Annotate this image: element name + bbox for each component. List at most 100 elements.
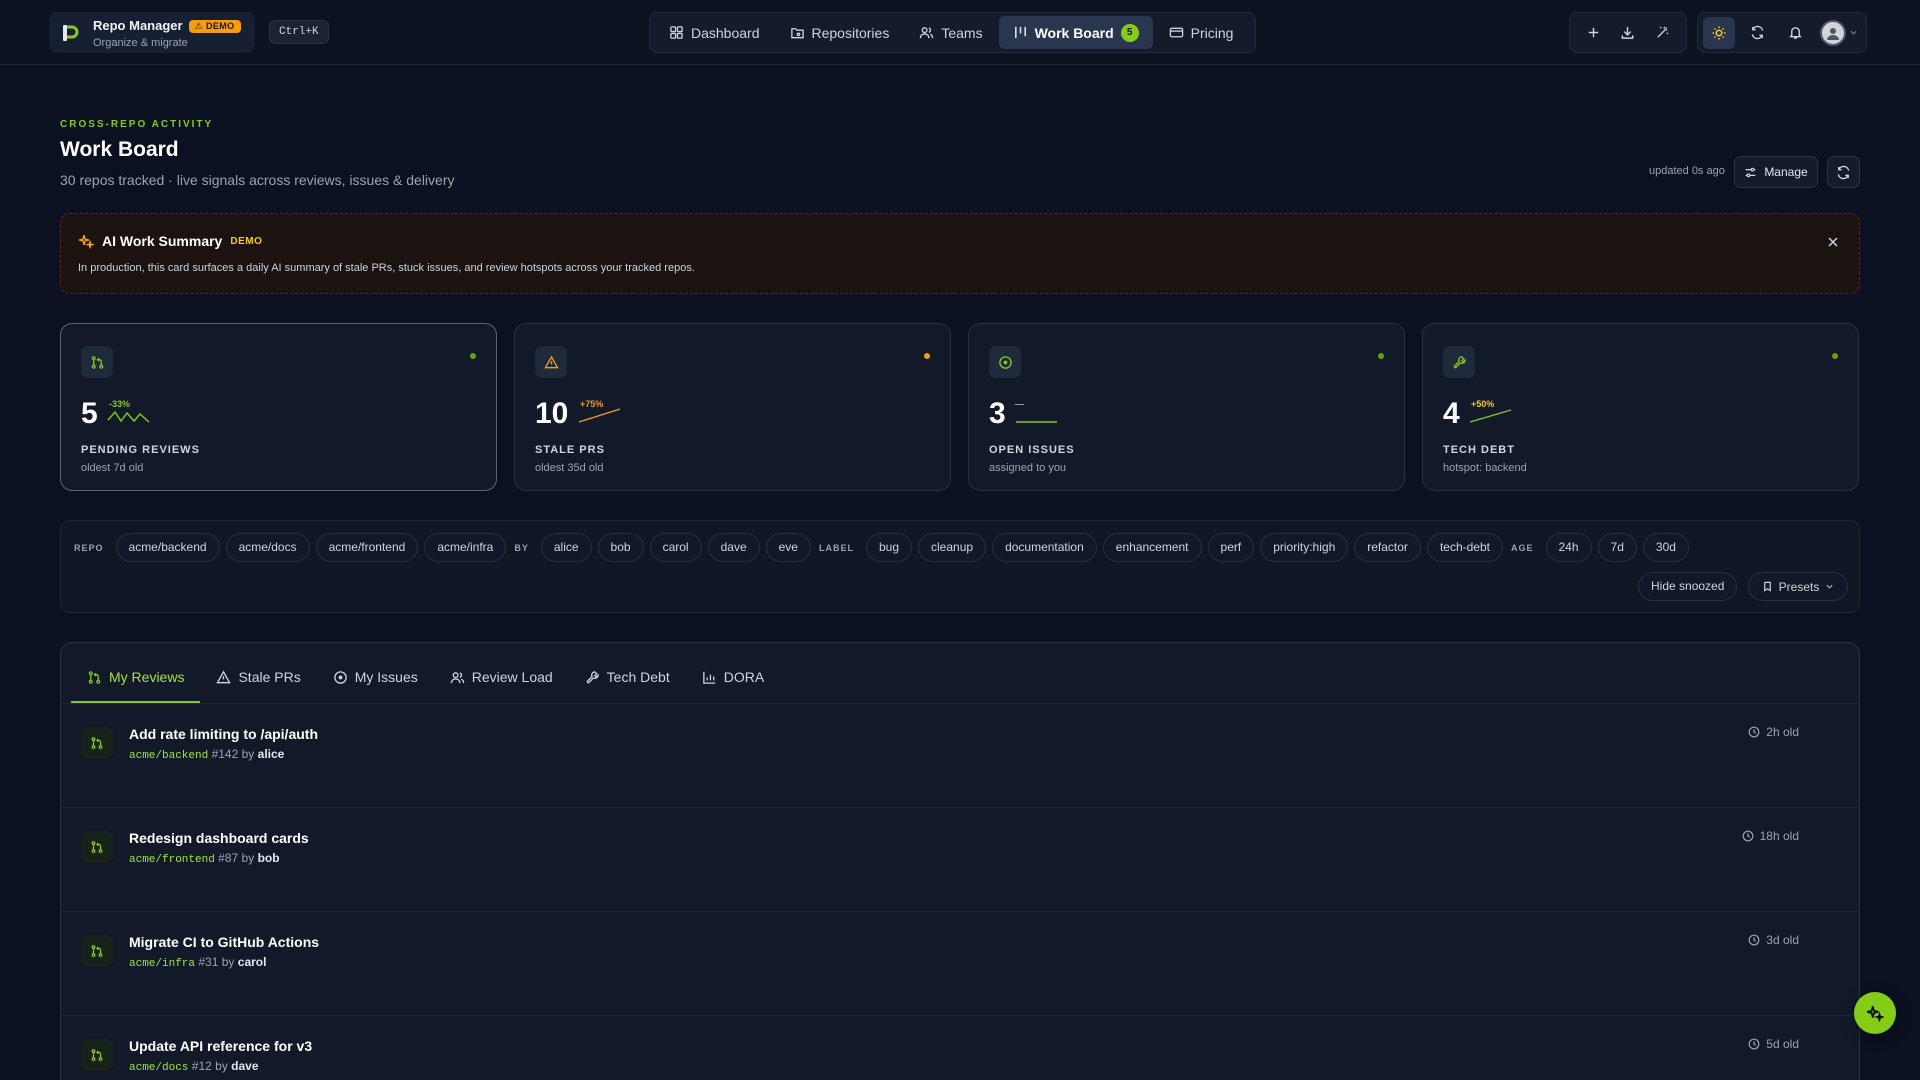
stat-label: STALE PRS <box>535 444 605 456</box>
filter-chip-label[interactable]: bug <box>865 533 913 562</box>
filter-chip-age[interactable]: 24h <box>1545 533 1592 562</box>
pr-meta: acme/frontend #87 by bob <box>129 851 280 866</box>
filter-chip-author[interactable]: bob <box>597 533 644 562</box>
stat-icon-box <box>989 346 1021 378</box>
user-avatar-icon <box>1827 27 1839 40</box>
nav-work-board[interactable]: Work Board 5 <box>998 16 1153 49</box>
filter-chip-label[interactable]: cleanup <box>918 533 987 562</box>
filter-chip-repo[interactable]: acme/infra <box>424 533 507 562</box>
filter-chip-label[interactable]: refactor <box>1354 533 1421 562</box>
tab-my-reviews[interactable]: My Reviews <box>71 653 201 703</box>
list-item[interactable]: Update API reference for v3 acme/docs #1… <box>61 1016 1859 1080</box>
nav-teams[interactable]: Teams <box>905 16 996 49</box>
filter-chip-author[interactable]: dave <box>707 533 760 562</box>
manage-button[interactable]: Manage <box>1734 156 1818 188</box>
download-icon <box>1622 26 1634 39</box>
pr-title[interactable]: Redesign dashboard cards <box>129 830 309 846</box>
download-button[interactable] <box>1612 17 1644 49</box>
pr-repo[interactable]: acme/backend <box>129 750 208 762</box>
magic-wand-button[interactable] <box>1647 17 1679 49</box>
pr-title[interactable]: Add rate limiting to /api/auth <box>129 726 318 742</box>
pr-by: by <box>221 955 235 969</box>
pr-by: by <box>215 1059 228 1073</box>
notifications-button[interactable] <box>1779 17 1811 49</box>
tab-my-issues[interactable]: My Issues <box>317 653 434 703</box>
pr-number: #12 <box>191 1059 212 1073</box>
nav-pricing[interactable]: Pricing <box>1155 16 1248 49</box>
filter-chip-row: REPO acme/backend acme/docs acme/fronten… <box>74 533 1689 562</box>
user-menu-button[interactable] <box>1817 17 1861 49</box>
tab-dora[interactable]: DORA <box>686 653 780 703</box>
ai-assistant-button[interactable] <box>1854 992 1896 1034</box>
filter-chip-label[interactable]: perf <box>1207 533 1255 562</box>
filter-chip-repo[interactable]: acme/frontend <box>315 533 419 562</box>
stat-card-pending-reviews[interactable]: 5 -33% PENDING REVIEWS oldest 7d old <box>60 323 497 491</box>
refresh-button[interactable] <box>1827 156 1860 188</box>
presets-dropdown[interactable]: Presets <box>1748 572 1848 601</box>
pr-title[interactable]: Update API reference for v3 <box>129 1038 312 1054</box>
filter-bar: REPO acme/backend acme/docs acme/fronten… <box>60 520 1860 613</box>
close-ai-summary-button[interactable] <box>1827 236 1839 248</box>
filter-label-by: BY <box>514 542 529 553</box>
list-item[interactable]: Add rate limiting to /api/auth acme/back… <box>61 704 1859 808</box>
sun-icon <box>1712 26 1726 39</box>
nav-work-board-label: Work Board <box>1034 24 1114 41</box>
stat-label: OPEN ISSUES <box>989 444 1075 456</box>
tab-label: My Issues <box>354 669 418 685</box>
filter-chip-label[interactable]: priority:high <box>1260 533 1349 562</box>
pr-author: dave <box>231 1059 259 1073</box>
presets-label: Presets <box>1778 579 1820 594</box>
filter-chip-age[interactable]: 30d <box>1642 533 1689 562</box>
theme-toggle-button[interactable] <box>1703 16 1735 49</box>
add-button[interactable] <box>1577 17 1609 49</box>
filter-chip-label[interactable]: tech-debt <box>1426 533 1503 562</box>
filter-label-repo: REPO <box>74 542 104 553</box>
filter-chip-repo[interactable]: acme/docs <box>225 533 310 562</box>
refresh-icon <box>1751 25 1763 40</box>
tab-tech-debt[interactable]: Tech Debt <box>569 653 686 703</box>
hide-snoozed-toggle[interactable]: Hide snoozed <box>1638 572 1738 601</box>
stat-card-tech-debt[interactable]: 4 +50% TECH DEBT hotspot: backend <box>1422 323 1859 491</box>
pr-age: 2h old <box>1639 725 1799 739</box>
pr-repo[interactable]: acme/infra <box>129 958 195 970</box>
tab-review-load[interactable]: Review Load <box>434 653 569 703</box>
nav-repositories[interactable]: Repositories <box>776 16 904 49</box>
clock-icon <box>1748 726 1760 738</box>
stat-value: 3 <box>989 397 1006 430</box>
pr-title[interactable]: Migrate CI to GitHub Actions <box>129 934 319 950</box>
list-item[interactable]: Migrate CI to GitHub Actions acme/infra … <box>61 912 1859 1016</box>
sync-button[interactable] <box>1741 17 1773 49</box>
git-pull-request-icon <box>91 945 103 957</box>
filter-chip-author[interactable]: eve <box>765 533 811 562</box>
stat-label: TECH DEBT <box>1443 444 1515 456</box>
filter-chip-label[interactable]: enhancement <box>1102 533 1202 562</box>
bookmark-icon <box>1763 581 1771 592</box>
filter-chip-author[interactable]: alice <box>540 533 592 562</box>
stat-card-stale-prs[interactable]: 10 +75% STALE PRS oldest 35d old <box>514 323 951 491</box>
pr-repo[interactable]: acme/frontend <box>129 854 215 866</box>
command-palette-shortcut[interactable]: Ctrl+K <box>269 20 329 44</box>
page-eyebrow: CROSS-REPO ACTIVITY <box>60 119 214 130</box>
stat-icon-box <box>81 346 113 378</box>
filter-chip-author[interactable]: carol <box>649 533 702 562</box>
filter-chip-label[interactable]: documentation <box>992 533 1097 562</box>
filter-chip-age[interactable]: 7d <box>1597 533 1637 562</box>
pr-author: bob <box>257 851 280 865</box>
filter-chip-repo[interactable]: acme/backend <box>115 533 220 562</box>
pr-repo[interactable]: acme/docs <box>129 1062 188 1074</box>
app-name: Repo Manager <box>93 17 183 33</box>
kanban-icon <box>1014 26 1026 39</box>
list-item[interactable]: Redesign dashboard cards acme/frontend #… <box>61 808 1859 912</box>
tab-label: My Reviews <box>109 669 185 685</box>
work-list-panel: My Reviews Stale PRs My Issues Review Lo… <box>60 642 1860 1080</box>
user-toolbar <box>1697 12 1867 53</box>
tab-stale-prs[interactable]: Stale PRs <box>200 653 316 703</box>
ai-summary-demo-badge: DEMO <box>230 235 263 247</box>
brand-home-link[interactable]: Repo Manager ⚠ DEMO Organize & migrate <box>49 12 255 53</box>
pr-number: #87 <box>218 851 239 865</box>
nav-dashboard[interactable]: Dashboard <box>655 16 774 49</box>
chevron-down-icon <box>1826 584 1833 589</box>
nav-teams-label: Teams <box>941 24 983 41</box>
ai-summary-title: AI Work Summary <box>102 233 223 249</box>
stat-card-open-issues[interactable]: 3 — OPEN ISSUES assigned to you <box>968 323 1405 491</box>
